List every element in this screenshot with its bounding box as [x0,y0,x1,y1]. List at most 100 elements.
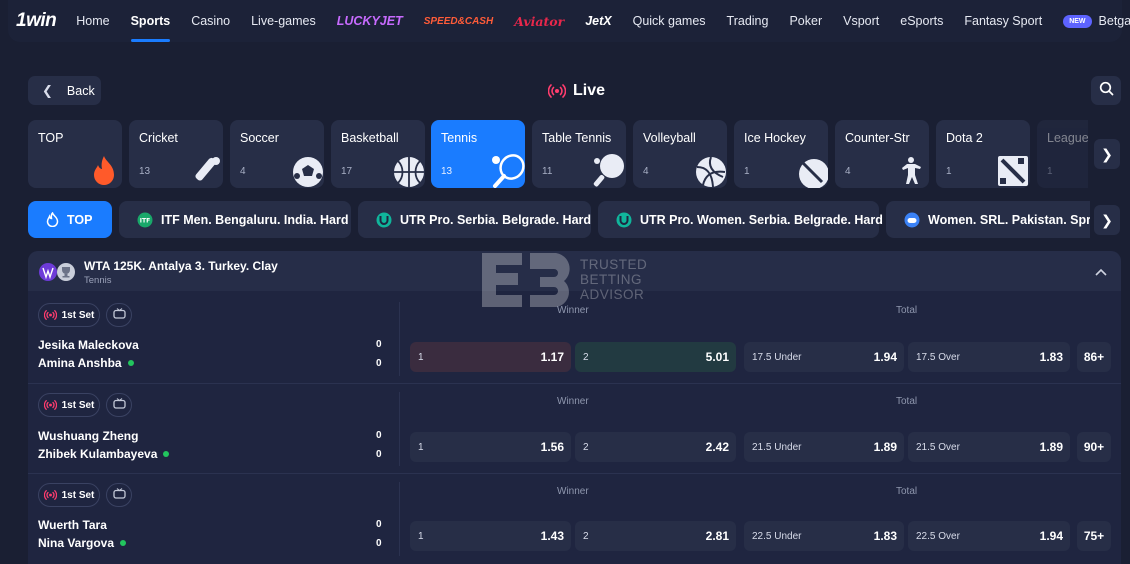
chip-women-srl-pakistan[interactable]: Women. SRL. Pakistan. Sprin [886,201,1090,238]
sport-name: Counter-Str [845,131,910,145]
score-2: 0 [376,538,382,549]
odd-winner-2[interactable]: 2 2.42 [575,432,736,462]
sport-name: Tennis [441,131,478,145]
team-name: Jesika Maleckova [38,338,139,352]
watermark-line2: BETTING [580,272,643,287]
sport-name: Ice Hockey [744,131,806,145]
sport-tile-basketball[interactable]: Basketball 17 [331,120,425,188]
team-2[interactable]: Nina Vargova [38,536,127,550]
tv-stream-button[interactable] [106,303,132,327]
odd-total-over[interactable]: 17.5 Over 1.83 [908,342,1070,372]
team-2[interactable]: Zhibek Kulambayeva [38,447,170,461]
chevron-up-icon[interactable] [1095,265,1107,279]
league-section: WTA 125K. Antalya 3. Turkey. Clay Tennis… [28,251,1121,564]
chips-scroll-right-button[interactable]: ❯ [1094,205,1120,235]
score-1: 0 [376,519,382,530]
league-header[interactable]: WTA 125K. Antalya 3. Turkey. Clay Tennis… [28,251,1121,307]
live-broadcast-icon [43,400,57,410]
odd-winner-1[interactable]: 1 1.43 [410,521,571,551]
chip-utr-pro-women-serbia[interactable]: UTR Pro. Women. Serbia. Belgrade. Hard [598,201,883,238]
back-button[interactable]: ❮ Back [28,76,101,105]
nav-casino[interactable]: Casino [191,0,230,42]
odd-value: 1.56 [540,440,564,454]
sports-scroll-right-button[interactable]: ❯ [1094,139,1120,169]
odd-total-under[interactable]: 17.5 Under 1.94 [744,342,904,372]
nav-quick-games[interactable]: Quick games [633,0,706,42]
svg-text:ITF: ITF [140,217,150,224]
chip-itf-men-bengaluru[interactable]: ITF ITF Men. Bengaluru. India. Hard [119,201,351,238]
nav-jetx[interactable]: JetX [585,14,611,28]
more-markets-button[interactable]: 75+ [1077,521,1111,551]
nav-betgames[interactable]: Betgames [1099,0,1130,42]
more-markets-button[interactable]: 86+ [1077,342,1111,372]
sport-tile-cricket[interactable]: Cricket 13 [129,120,223,188]
set-badge: 1st Set [38,483,100,507]
team-1[interactable]: Wushuang Zheng [38,429,138,443]
sport-tile-volleyball[interactable]: Volleyball 4 [633,120,727,188]
odd-winner-1[interactable]: 1 1.17 [410,342,571,372]
nav-sports[interactable]: Sports [130,0,170,42]
chip-utr-pro-serbia[interactable]: UTR Pro. Serbia. Belgrade. Hard [358,201,591,238]
team-1[interactable]: Jesika Maleckova [38,338,139,352]
nav-fantasy-sport[interactable]: Fantasy Sport [964,0,1042,42]
team-1[interactable]: Wuerth Tara [38,518,107,532]
nav-esports[interactable]: eSports [900,0,943,42]
score-2: 0 [376,449,382,460]
nav-live-games[interactable]: Live-games [251,0,316,42]
sport-tile-tennis[interactable]: Tennis 13 [431,120,525,188]
logo-win: win [26,10,57,31]
odd-winner-1[interactable]: 1 1.56 [410,432,571,462]
chip-label: TOP [67,212,93,227]
live-broadcast-icon [548,84,566,98]
team-name: Zhibek Kulambayeva [38,447,158,461]
divider [399,302,400,376]
nav-trading[interactable]: Trading [727,0,769,42]
nav-speed-cash[interactable]: SPEED&CASH [424,16,493,27]
sport-tile-table-tennis[interactable]: Table Tennis 11 [532,120,626,188]
more-markets-button[interactable]: 90+ [1077,432,1111,462]
team-2[interactable]: Amina Anshba [38,356,134,370]
sport-tile-counter-strike[interactable]: Counter-Str 4 [835,120,929,188]
serving-indicator [120,540,127,546]
odd-total-under[interactable]: 21.5 Under 1.89 [744,432,904,462]
match-row: 1st Set Jesika Maleckova Amina Anshba 0 … [28,294,1121,383]
search-button[interactable] [1091,76,1121,105]
odd-value: 1.83 [873,529,897,543]
odd-total-under[interactable]: 22.5 Under 1.83 [744,521,904,551]
tv-stream-button[interactable] [106,483,132,507]
league-name: WTA 125K. Antalya 3. Turkey. Clay [84,259,278,273]
odd-winner-2[interactable]: 2 2.81 [575,521,736,551]
logo-one: 1 [16,10,27,31]
odd-label: 2 [583,441,589,453]
logo[interactable]: 1win [16,10,57,32]
sport-tile-league[interactable]: League 1 [1037,120,1088,188]
nav-aviator[interactable]: Aviator [514,14,564,29]
sport-tile-ice-hockey[interactable]: Ice Hockey 1 [734,120,828,188]
team-name: Wushuang Zheng [38,429,139,443]
sport-name: Cricket [139,131,178,145]
ice-hockey-icon [792,152,828,188]
odd-winner-2[interactable]: 2 5.01 [575,342,736,372]
odd-label: 22.5 Under [752,530,802,542]
tv-stream-button[interactable] [106,393,132,417]
itf-logo-icon: ITF [137,212,153,228]
chip-top[interactable]: TOP [28,201,112,238]
set-badge: 1st Set [38,303,100,327]
sport-tile-top[interactable]: TOP [28,120,122,188]
sport-count: 1 [744,166,750,177]
wta-logo-icon [38,262,58,287]
sport-count: 4 [240,166,246,177]
odd-total-over[interactable]: 21.5 Over 1.89 [908,432,1070,462]
nav-home[interactable]: Home [76,0,109,42]
sport-count: 13 [441,166,453,177]
odd-label: 21.5 Over [916,441,960,453]
sport-tile-soccer[interactable]: Soccer 4 [230,120,324,188]
nav-vsport[interactable]: Vsport [843,0,879,42]
odd-total-over[interactable]: 22.5 Over 1.94 [908,521,1070,551]
live-broadcast-icon [43,310,57,320]
sport-tile-dota[interactable]: Dota 2 1 [936,120,1030,188]
nav-luckyjet[interactable]: LUCKYJET [337,14,403,28]
nav-poker[interactable]: Poker [789,0,822,42]
sport-name: Dota 2 [946,131,983,145]
winner-label: Winner [557,305,589,316]
